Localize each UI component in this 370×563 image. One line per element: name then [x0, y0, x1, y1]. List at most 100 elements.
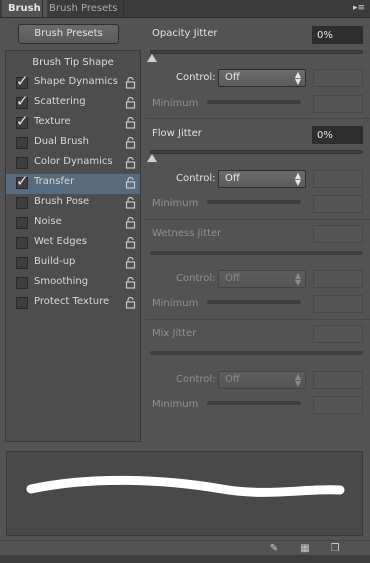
section-divider: [145, 118, 370, 119]
mix-control-value: Off: [225, 374, 240, 385]
stepper-arrows-icon: ▲ ▼: [294, 271, 301, 287]
mix-minimum-label: Minimum: [152, 399, 199, 410]
checkbox-shape-dynamics[interactable]: ✓: [16, 73, 29, 89]
lock-icon[interactable]: [125, 217, 136, 229]
flow-minimum-label: Minimum: [152, 198, 199, 209]
lock-icon[interactable]: [125, 237, 136, 249]
lock-icon[interactable]: [125, 277, 136, 289]
checkbox-dual-brush[interactable]: [16, 137, 28, 149]
option-shape-dynamics[interactable]: ✓ Shape Dynamics: [6, 73, 140, 94]
checkbox-wet-edges[interactable]: [16, 237, 28, 249]
tab-brush[interactable]: Brush: [2, 0, 47, 17]
wetness-control-select: Off ▲ ▼: [218, 270, 306, 288]
tab-brush-presets[interactable]: Brush Presets: [42, 0, 125, 17]
opacity-control-field: [313, 69, 363, 87]
wetness-jitter-label: Wetness Jitter: [152, 228, 222, 239]
checkbox-noise[interactable]: [16, 217, 28, 229]
opacity-minimum-field: [313, 95, 363, 113]
stepper-arrows-icon: ▲ ▼: [294, 372, 301, 388]
option-label: Smoothing: [34, 276, 89, 287]
option-transfer[interactable]: ✓ Transfer: [6, 173, 140, 194]
brush-toggle-icon[interactable]: ✎: [268, 543, 280, 554]
mix-jitter-slider: [150, 351, 363, 355]
brush-tip-shape-item[interactable]: Brush Tip Shape: [6, 54, 140, 72]
option-label: Shape Dynamics: [34, 76, 118, 87]
flow-control-value: Off: [225, 173, 240, 184]
wetness-minimum-slider: [207, 300, 301, 304]
flow-minimum-field: [313, 195, 363, 213]
lock-icon[interactable]: [125, 177, 136, 189]
opacity-control-value: Off: [225, 72, 240, 83]
grid-icon[interactable]: ▦: [299, 543, 311, 554]
wetness-minimum-field: [313, 295, 363, 313]
lock-icon[interactable]: [125, 257, 136, 269]
stepper-arrows-icon: ▲ ▼: [294, 171, 301, 187]
mix-control-select: Off ▲ ▼: [218, 371, 306, 389]
checkbox-brush-pose[interactable]: [16, 197, 28, 209]
lock-icon[interactable]: [125, 97, 136, 109]
panel-resize-bar[interactable]: [0, 555, 370, 563]
checkbox-smoothing[interactable]: [16, 277, 28, 289]
opacity-jitter-slider[interactable]: [150, 50, 363, 54]
stepper-arrows-icon: ▲ ▼: [294, 70, 301, 86]
lock-icon[interactable]: [125, 197, 136, 209]
new-preset-icon[interactable]: ❐: [329, 543, 341, 554]
option-label: Color Dynamics: [34, 156, 113, 167]
flow-minimum-slider[interactable]: [207, 200, 301, 204]
option-texture[interactable]: ✓ Texture: [6, 113, 140, 134]
checkmark-icon: ✓: [16, 172, 29, 190]
lock-icon[interactable]: [125, 157, 136, 169]
lock-icon[interactable]: [125, 137, 136, 149]
checkbox-build-up[interactable]: [16, 257, 28, 269]
opacity-control-select[interactable]: Off ▲ ▼: [218, 69, 306, 87]
brush-stroke-shape: [26, 475, 345, 497]
checkbox-scattering[interactable]: ✓: [16, 93, 29, 109]
mix-control-field: [313, 371, 363, 389]
opacity-control-label: Control:: [176, 72, 216, 83]
checkbox-protect-texture[interactable]: [16, 297, 28, 309]
flow-jitter-slider[interactable]: [150, 150, 363, 154]
brush-stroke-preview: [6, 451, 363, 536]
flow-jitter-input[interactable]: 0%: [312, 126, 363, 144]
mix-jitter-label: Mix Jitter: [152, 328, 197, 339]
opacity-minimum-label: Minimum: [152, 98, 199, 109]
option-label: Transfer: [34, 176, 75, 187]
opacity-jitter-label: Opacity Jitter: [152, 28, 218, 39]
option-scattering[interactable]: ✓ Scattering: [6, 93, 140, 114]
panel-menu-icon[interactable]: ▸≡: [352, 3, 366, 13]
option-protect-texture[interactable]: Protect Texture: [6, 294, 140, 314]
option-color-dynamics[interactable]: Color Dynamics: [6, 154, 140, 174]
wetness-control-field: [313, 270, 363, 288]
lock-icon[interactable]: [125, 77, 136, 89]
panel-bottom-bar: ✎ ▦ ❐: [0, 540, 370, 556]
checkbox-transfer[interactable]: ✓: [16, 173, 29, 189]
option-brush-pose[interactable]: Brush Pose: [6, 194, 140, 214]
opacity-minimum-slider[interactable]: [207, 100, 301, 104]
option-wet-edges[interactable]: Wet Edges: [6, 234, 140, 254]
checkbox-texture[interactable]: ✓: [16, 113, 29, 129]
option-label: Protect Texture: [34, 296, 110, 307]
opacity-jitter-slider-thumb[interactable]: [147, 54, 157, 62]
mix-control-label: Control:: [176, 374, 216, 385]
option-dual-brush[interactable]: Dual Brush: [6, 134, 140, 154]
option-build-up[interactable]: Build-up: [6, 254, 140, 274]
option-label: Dual Brush: [34, 136, 89, 147]
checkmark-icon: ✓: [16, 92, 29, 110]
flow-control-select[interactable]: Off ▲ ▼: [218, 170, 306, 188]
flow-control-field: [313, 170, 363, 188]
checkmark-icon: ✓: [16, 72, 29, 90]
lock-icon[interactable]: [125, 117, 136, 129]
option-label: Brush Pose: [34, 196, 90, 207]
mix-minimum-slider: [207, 401, 301, 405]
brush-presets-button[interactable]: Brush Presets: [18, 24, 119, 44]
flow-control-label: Control:: [176, 173, 216, 184]
option-smoothing[interactable]: Smoothing: [6, 274, 140, 294]
mix-minimum-field: [313, 396, 363, 414]
checkbox-color-dynamics[interactable]: [16, 157, 28, 169]
lock-icon[interactable]: [125, 297, 136, 309]
option-noise[interactable]: Noise: [6, 214, 140, 234]
panel-tab-bar: Brush Brush Presets ▸≡: [0, 0, 370, 18]
flow-jitter-slider-thumb[interactable]: [147, 154, 157, 162]
mix-jitter-input: [313, 325, 363, 343]
opacity-jitter-input[interactable]: 0%: [312, 26, 363, 44]
